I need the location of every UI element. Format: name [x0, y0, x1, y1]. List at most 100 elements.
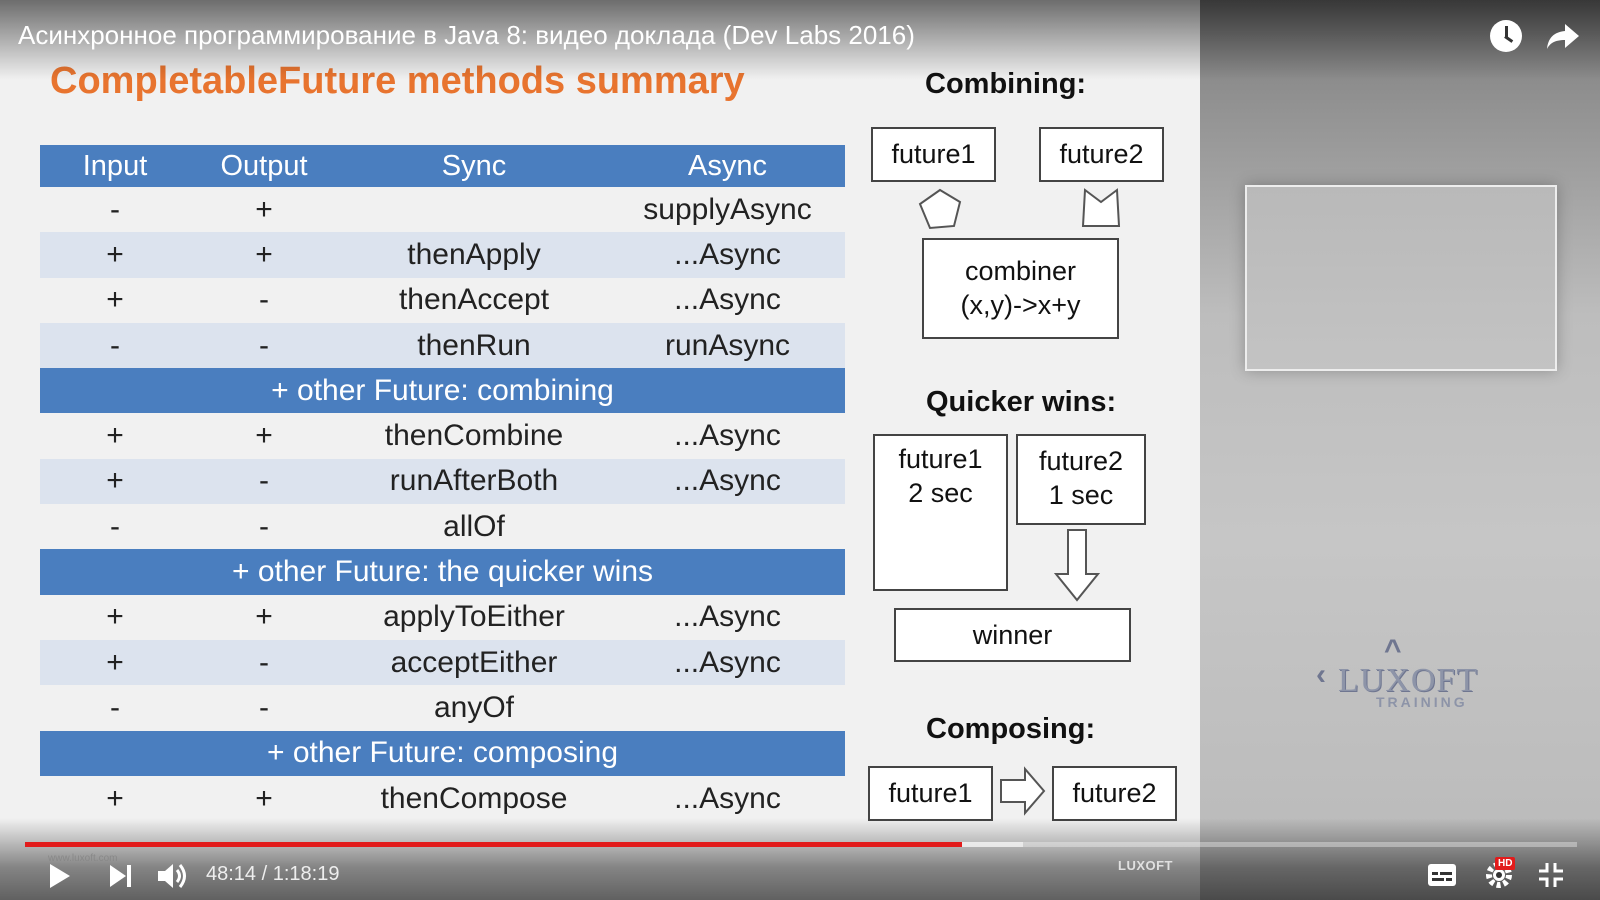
table-row: + + thenApply ...Async [40, 232, 845, 278]
combining-arrow-right-icon [1081, 188, 1121, 227]
table-row: + - runAfterBoth ...Async [40, 458, 845, 505]
quicker-future2-label: future2 [1038, 446, 1124, 476]
cell-async: ...Async [674, 600, 781, 634]
cell-async: supplyAsync [643, 192, 812, 226]
section-label: + other Future: combining [40, 368, 845, 414]
cell-async: ...Async [610, 458, 845, 505]
play-icon[interactable] [48, 862, 72, 890]
luxoft-training-logo: ^ ‹ LUXOFT TRAINING [1316, 634, 1486, 730]
header-async: Async [610, 145, 845, 187]
table-row: - - allOf [40, 504, 845, 549]
volume-icon[interactable] [156, 860, 190, 892]
cell-async [610, 685, 845, 730]
cell-output: + [255, 192, 273, 226]
cell-input: + [40, 458, 190, 505]
hd-badge: HD [1495, 857, 1516, 870]
quicker-future2-time: 1 sec [1048, 480, 1114, 510]
next-icon[interactable] [108, 862, 134, 890]
video-frame[interactable]: CompletableFuture methods summary Input … [0, 0, 1600, 900]
combiner-box: combiner (x,y)->x+y [922, 238, 1119, 339]
cell-output: - [259, 283, 269, 317]
logo-sub-text: TRAINING [1376, 694, 1468, 710]
video-title[interactable]: Асинхронное программирование в Java 8: в… [18, 20, 915, 51]
table-row: + + thenCompose ...Async [40, 776, 845, 821]
quicker-future1-time: 2 sec [908, 478, 973, 508]
cell-output: + [255, 600, 273, 634]
table-row: - + supplyAsync [40, 187, 845, 232]
video-player[interactable]: CompletableFuture methods summary Input … [0, 0, 1600, 900]
cell-output: + [255, 781, 273, 815]
cell-output: + [190, 232, 338, 278]
table-row: - - anyOf [40, 685, 845, 730]
slide: CompletableFuture methods summary Input … [0, 0, 1200, 900]
header-sync: Sync [338, 145, 610, 187]
combining-future1-box: future1 [871, 127, 996, 182]
cell-sync: thenAccept [398, 283, 550, 317]
current-time: 48:14 [206, 863, 257, 885]
controls-bar [0, 818, 1600, 900]
luxoft-corner-logo[interactable]: LUXOFT [1112, 846, 1182, 886]
watch-later-icon[interactable] [1490, 20, 1522, 52]
methods-table: Input Output Sync Async - + supplyAsync + + t… [40, 145, 845, 821]
cell-input: - [40, 322, 190, 369]
cell-sync: acceptEither [338, 639, 610, 686]
header-input: Input [40, 145, 190, 187]
quicker-future1-label: future1 [898, 444, 983, 474]
cell-sync: applyToEither [383, 600, 565, 634]
cell-input: + [106, 283, 124, 317]
composing-heading: Composing: [926, 713, 1096, 745]
table-row: + - thenAccept ...Async [40, 278, 845, 323]
composing-right-arrow-icon [1000, 766, 1046, 816]
cell-async [610, 504, 845, 549]
cell-output: - [190, 458, 338, 505]
header-output: Output [190, 145, 338, 187]
progress-played[interactable] [25, 842, 962, 847]
cell-sync [338, 187, 610, 232]
cell-output: + [255, 419, 273, 453]
logo-chevron-left-icon: ‹ [1316, 658, 1326, 691]
cell-async: ...Async [610, 639, 845, 686]
cell-sync: anyOf [433, 690, 515, 724]
winner-box: winner [894, 608, 1131, 662]
time-display: 48:14 / 1:18:19 [206, 863, 339, 886]
duration: 1:18:19 [272, 863, 340, 885]
cell-output: - [259, 509, 269, 543]
speaker-panel [1200, 0, 1600, 900]
cell-sync: thenRun [338, 322, 610, 369]
quicker-future1-box: future1 2 sec [873, 434, 1008, 591]
cell-async: ...Async [610, 232, 845, 278]
cell-input: - [110, 690, 120, 724]
cell-async: ...Async [674, 283, 781, 317]
speaker-video-box [1245, 185, 1557, 371]
cell-output: - [190, 322, 338, 369]
cell-input: + [106, 781, 124, 815]
section-label: + other Future: composing [40, 730, 845, 776]
table-section-row: + other Future: composing [40, 730, 845, 776]
cell-sync: thenApply [338, 232, 610, 278]
table-section-row: + other Future: combining [40, 368, 845, 414]
table-row: + - acceptEither ...Async [40, 639, 845, 686]
quicker-heading: Quicker wins: [926, 386, 1117, 418]
section-label: + other Future: the quicker wins [40, 549, 845, 595]
table-row: + + thenCombine ...Async [40, 413, 845, 458]
share-icon[interactable] [1545, 20, 1581, 52]
cell-sync: thenCompose [380, 781, 568, 815]
cell-output: - [190, 639, 338, 686]
subtitles-icon[interactable] [1427, 863, 1457, 887]
table-row: + + applyToEither ...Async [40, 595, 845, 640]
combining-future2-box: future2 [1039, 127, 1164, 182]
exit-fullscreen-icon[interactable] [1536, 860, 1566, 890]
table-header-row: Input Output Sync Async [40, 145, 845, 187]
cell-input: - [110, 192, 120, 226]
combining-arrow-left-icon [918, 188, 962, 230]
composing-future2-box: future2 [1052, 766, 1177, 821]
combiner-lambda: (x,y)->x+y [960, 290, 1081, 320]
cell-sync: allOf [443, 509, 505, 543]
cell-async: ...Async [674, 419, 781, 453]
composing-future1-box: future1 [868, 766, 993, 821]
methods-table-body: - + supplyAsync + + thenApply ...Async + - thenAc… [40, 187, 845, 821]
quicker-future2-box: future2 1 sec [1016, 434, 1146, 525]
cell-sync: thenCombine [384, 419, 564, 453]
cell-async: runAsync [610, 322, 845, 369]
cell-input: - [110, 509, 120, 543]
